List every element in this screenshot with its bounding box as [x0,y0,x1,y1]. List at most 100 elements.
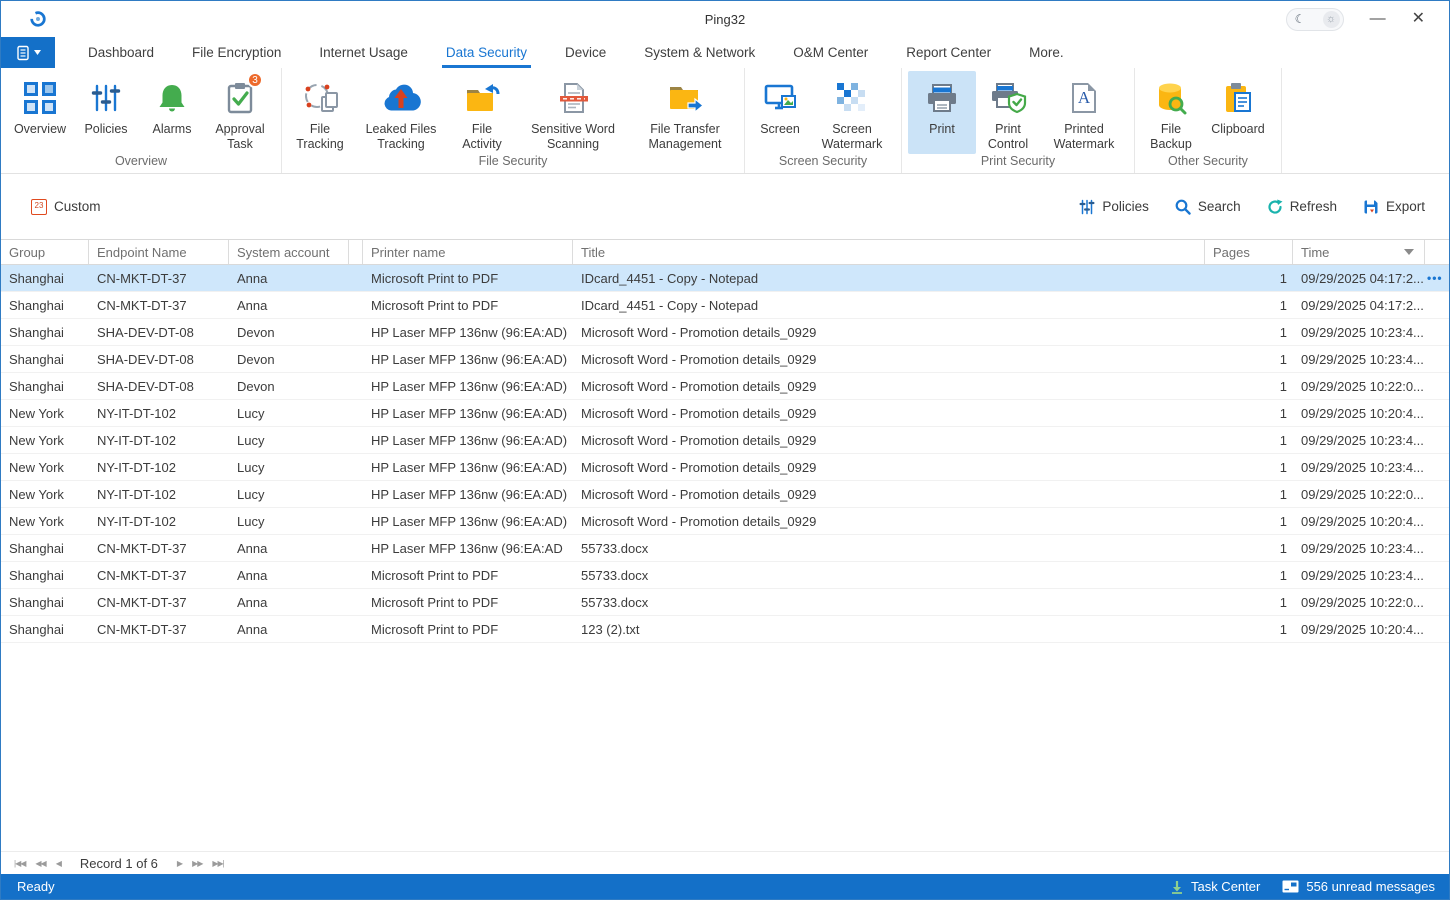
table-row[interactable]: ShanghaiCN-MKT-DT-37AnnaMicrosoft Print … [1,589,1449,616]
ribbon-item-file-tracking[interactable]: File Tracking [288,71,352,154]
ribbon-item-printed-watermark[interactable]: A Printed Watermark [1040,71,1128,154]
table-cell: 55733.docx [573,535,1205,561]
table-cell: 09/29/2025 10:20:4... [1293,508,1425,534]
table-row[interactable]: ShanghaiSHA-DEV-DT-08DevonHP Laser MFP 1… [1,319,1449,346]
tab-data-security[interactable]: Data Security [442,37,531,68]
table-cell: Lucy [229,481,349,507]
row-actions-menu[interactable]: ••• [1425,265,1450,291]
table-row[interactable]: ShanghaiSHA-DEV-DT-08DevonHP Laser MFP 1… [1,346,1449,373]
table-cell: HP Laser MFP 136nw (96:EA:AD) [363,427,573,453]
table-row[interactable]: New YorkNY-IT-DT-102LucyHP Laser MFP 136… [1,427,1449,454]
tab-dashboard[interactable]: Dashboard [84,37,158,68]
table-row[interactable]: New YorkNY-IT-DT-102LucyHP Laser MFP 136… [1,454,1449,481]
ribbon-item-sensitive-word-scanning[interactable]: Sensitive Word Scanning [514,71,632,154]
custom-date-filter-button[interactable]: 23 Custom [31,199,101,215]
first-page-button[interactable]: |◀◀ [14,859,25,868]
ribbon-item-leaked-files-tracking[interactable]: Leaked Files Tracking [352,71,450,154]
ribbon-group-label: Other Security [1135,154,1281,173]
light-mode-icon[interactable]: ☼ [1323,11,1340,28]
ribbon-item-policies[interactable]: Policies [73,71,139,154]
table-row[interactable]: ShanghaiCN-MKT-DT-37AnnaHP Laser MFP 136… [1,535,1449,562]
table-row[interactable]: New YorkNY-IT-DT-102LucyHP Laser MFP 136… [1,508,1449,535]
table-cell: Shanghai [1,292,89,318]
table-cell: Shanghai [1,373,89,399]
column-header-endpoint-name[interactable]: Endpoint Name [89,240,229,264]
table-body: ShanghaiCN-MKT-DT-37AnnaMicrosoft Print … [1,265,1449,643]
table-cell [349,265,363,291]
table-cell [349,454,363,480]
tab-system-network[interactable]: System & Network [640,37,759,68]
tab-device[interactable]: Device [561,37,610,68]
table-cell: New York [1,481,89,507]
table-cell: NY-IT-DT-102 [89,481,229,507]
ribbon-item-print[interactable]: Print [908,71,976,154]
export-button[interactable]: Export [1363,199,1425,215]
ribbon-item-file-backup[interactable]: File Backup [1141,71,1201,154]
app-menu-button[interactable] [1,37,55,68]
ribbon-item-screen[interactable]: Screen [751,71,809,154]
ribbon-item-alarms[interactable]: Alarms [139,71,205,154]
unread-messages-button[interactable]: 556 unread messages [1282,879,1435,894]
table-row[interactable]: ShanghaiCN-MKT-DT-37AnnaMicrosoft Print … [1,292,1449,319]
ribbon-item-clipboard[interactable]: Clipboard [1201,71,1275,154]
sliders-icon [1079,199,1095,215]
task-center-button[interactable]: Task Center [1170,879,1260,894]
close-button[interactable]: ✕ [1412,11,1425,27]
table-cell: CN-MKT-DT-37 [89,265,229,291]
tab-file-encryption[interactable]: File Encryption [188,37,285,68]
ribbon-item-overview[interactable]: Overview [7,71,73,154]
policies-button[interactable]: Policies [1079,199,1149,215]
ribbon-item-file-transfer-management[interactable]: File Transfer Management [632,71,738,154]
table-cell: 09/29/2025 04:17:2... [1293,265,1425,291]
table-cell: 1 [1205,562,1293,588]
fast-next-page-button[interactable]: ▶▶ [192,859,202,868]
table-cell: Microsoft Word - Promotion details_0929 [573,400,1205,426]
dark-mode-icon[interactable]: ☾ [1295,12,1306,26]
custom-filter-label: Custom [54,199,101,214]
sliders-icon [90,82,122,114]
table-cell: Lucy [229,400,349,426]
export-save-icon [1363,199,1379,215]
tab-report-center[interactable]: Report Center [902,37,995,68]
fast-prev-page-button[interactable]: ◀◀ [35,859,45,868]
last-page-button[interactable]: ▶▶| [212,859,223,868]
pagination-bar: |◀◀ ◀◀ ◀ Record 1 of 6 ▶ ▶▶ ▶▶| [1,851,1449,874]
ribbon-item-print-control[interactable]: Print Control [976,71,1040,154]
window-title: Ping32 [1,12,1449,27]
time-filter-icon[interactable] [1404,249,1414,255]
table-row[interactable]: New YorkNY-IT-DT-102LucyHP Laser MFP 136… [1,481,1449,508]
column-header-printer-name[interactable]: Printer name [363,240,573,264]
next-page-button[interactable]: ▶ [177,859,182,868]
tab-o-m-center[interactable]: O&M Center [789,37,872,68]
table-row[interactable]: ShanghaiCN-MKT-DT-37AnnaMicrosoft Print … [1,616,1449,643]
tab-more-[interactable]: More. [1025,37,1068,68]
ribbon: Overview Policies [1,68,1449,174]
ribbon-item-approval-task[interactable]: 3 Approval Task [205,71,275,154]
theme-toggle[interactable]: ☾ ☼ [1286,8,1344,31]
ribbon-item-screen-watermark[interactable]: Screen Watermark [809,71,895,154]
table-row[interactable]: ShanghaiCN-MKT-DT-37AnnaMicrosoft Print … [1,265,1449,292]
table-row[interactable]: ShanghaiCN-MKT-DT-37AnnaMicrosoft Print … [1,562,1449,589]
refresh-button[interactable]: Refresh [1267,199,1337,215]
column-header-time[interactable]: Time [1293,240,1425,264]
folder-transfer-icon [666,81,704,115]
ribbon-item-file-activity[interactable]: File Activity [450,71,514,154]
prev-page-button[interactable]: ◀ [56,859,61,868]
cloud-leak-icon [381,81,421,115]
ribbon-group-label: File Security [282,154,744,173]
table-cell: Microsoft Word - Promotion details_0929 [573,427,1205,453]
column-header-title[interactable]: Title [573,240,1205,264]
column-header-group[interactable]: Group [1,240,89,264]
column-header-pages[interactable]: Pages [1205,240,1293,264]
table-row[interactable]: ShanghaiSHA-DEV-DT-08DevonHP Laser MFP 1… [1,373,1449,400]
table-row[interactable]: New YorkNY-IT-DT-102LucyHP Laser MFP 136… [1,400,1449,427]
table-cell [349,427,363,453]
column-header-system-account[interactable]: System account [229,240,349,264]
table-cell: Microsoft Word - Promotion details_0929 [573,319,1205,345]
table-cell: Anna [229,292,349,318]
tab-internet-usage[interactable]: Internet Usage [315,37,412,68]
table-cell: NY-IT-DT-102 [89,400,229,426]
minimize-button[interactable]: — [1370,11,1386,27]
search-button[interactable]: Search [1175,199,1241,215]
table-cell: NY-IT-DT-102 [89,508,229,534]
